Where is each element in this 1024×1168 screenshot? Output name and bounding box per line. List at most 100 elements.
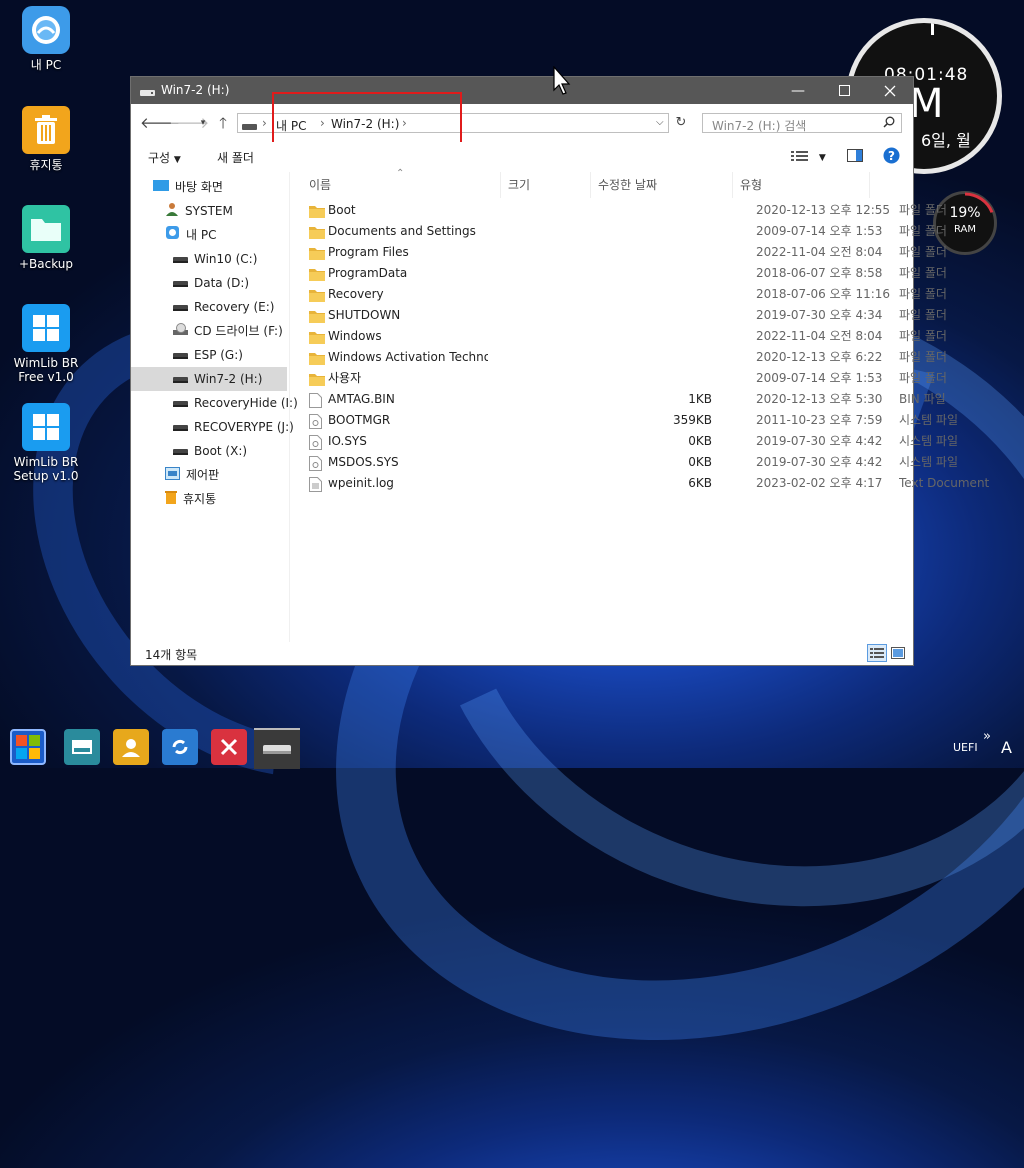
recent-locations-button[interactable]: ▾: [193, 113, 213, 133]
details-view-button[interactable]: [867, 644, 887, 662]
file-row[interactable]: Program Files 2022-11-04 오전 8:04 파일 폴더: [290, 242, 947, 263]
details-view-icon: [870, 648, 884, 658]
organize-button[interactable]: 구성 ▼: [148, 149, 181, 166]
file-date: 2022-11-04 오전 8:04: [756, 329, 883, 343]
file-row[interactable]: ProgramData 2018-06-07 오후 8:58 파일 폴더: [290, 263, 947, 284]
nav-item[interactable]: 제어판: [131, 463, 287, 487]
maximize-button[interactable]: [821, 77, 867, 104]
column-header-name[interactable]: 이름: [303, 172, 501, 198]
minimize-button[interactable]: —: [775, 77, 821, 104]
file-row[interactable]: Windows Activation Technol... 2020-12-13 …: [290, 347, 947, 368]
control-panel-icon: [165, 464, 180, 488]
file-row[interactable]: Recovery 2018-07-06 오후 11:16 파일 폴더: [290, 284, 947, 305]
column-header-type[interactable]: 유형: [734, 172, 870, 198]
file-date: 2009-07-14 오후 1:53: [756, 371, 883, 385]
file-name: SHUTDOWN: [328, 308, 401, 322]
desktop-icon-wimlib-setup[interactable]: WimLib BR Setup v1.0: [8, 403, 84, 483]
nav-item[interactable]: ESP (G:): [131, 343, 287, 367]
view-options-button[interactable]: ▼: [791, 150, 826, 165]
up-button[interactable]: 🡑: [213, 113, 233, 133]
new-folder-button[interactable]: 새 폴더: [217, 149, 254, 166]
start-button-icon: [15, 734, 41, 760]
file-date: 2019-07-30 오후 4:42: [756, 455, 883, 469]
nav-item[interactable]: CD 드라이브 (F:): [131, 319, 287, 343]
refresh-button[interactable]: ↻: [671, 113, 691, 133]
nav-item[interactable]: Recovery (E:): [131, 295, 287, 319]
folder-icon: [22, 205, 70, 253]
nav-item-label: CD 드라이브 (F:): [194, 324, 283, 338]
nav-item[interactable]: RECOVERYPE (J:): [131, 415, 294, 439]
file-name: Windows: [328, 329, 382, 343]
desktop-icon-my-pc[interactable]: 내 PC: [8, 6, 84, 72]
help-button[interactable]: ?: [883, 147, 900, 167]
organize-label: 구성: [148, 151, 171, 165]
file-row[interactable]: Boot 2020-12-13 오후 12:55 파일 폴더: [290, 200, 947, 221]
close-button[interactable]: [867, 77, 913, 104]
file-name: Documents and Settings: [328, 224, 476, 238]
chevron-down-icon: ▼: [818, 153, 826, 163]
close-icon: [884, 85, 896, 96]
desktop-icon-backup[interactable]: +Backup: [8, 205, 84, 271]
file-row[interactable]: IO.SYS 0KB 2019-07-30 오후 4:42 시스템 파일: [290, 431, 958, 452]
command-bar: 구성 ▼ 새 폴더 ▼ ?: [131, 142, 913, 172]
file-row[interactable]: wpeinit.log 6KB 2023-02-02 오후 4:17 Text Doc…: [290, 473, 989, 494]
tray-overflow-chevron[interactable]: »: [983, 729, 991, 744]
large-icons-view-button[interactable]: [891, 647, 905, 662]
file-row[interactable]: Windows 2022-11-04 오전 8:04 파일 폴더: [290, 326, 947, 347]
file-row[interactable]: BOOTMGR 359KB 2011-10-23 오후 7:59 시스템 파일: [290, 410, 958, 431]
nav-item-label: Win10 (C:): [194, 252, 258, 266]
x-app[interactable]: [211, 729, 247, 765]
address-dropdown-button[interactable]: ⌵: [656, 117, 664, 128]
search-box[interactable]: Win7-2 (H:) 검색: [702, 113, 902, 133]
windows-logo-icon: [22, 304, 70, 352]
back-button[interactable]: 🡐: [140, 113, 180, 133]
nav-item-label: Win7-2 (H:): [194, 372, 263, 386]
file-name: MSDOS.SYS: [328, 455, 399, 469]
explorer-app[interactable]: [254, 728, 300, 769]
desktop-icon-wimlib-free[interactable]: WimLib BR Free v1.0: [8, 304, 84, 384]
file-type: Text Document: [899, 476, 990, 490]
tray-uefi-label: UEFI: [953, 741, 978, 754]
nav-item[interactable]: 휴지통: [131, 487, 287, 511]
status-bar: 14개 항목: [131, 642, 913, 665]
x-app-icon: [219, 737, 239, 757]
file-row[interactable]: Documents and Settings 2009-07-14 오후 1:53…: [290, 221, 947, 242]
drive-app[interactable]: [64, 729, 100, 765]
file-name: AMTAG.BIN: [328, 392, 395, 406]
nav-item-label: 휴지통: [183, 492, 217, 506]
desktop-icon-label: WimLib BR Setup v1.0: [13, 455, 79, 483]
file-size: 0KB: [688, 434, 712, 448]
nav-item[interactable]: Data (D:): [131, 271, 287, 295]
clock-ampm: M: [909, 81, 944, 127]
file-row[interactable]: AMTAG.BIN 1KB 2020-12-13 오후 5:30 BIN 파일: [290, 389, 946, 410]
windows-logo-icon: [22, 403, 70, 451]
recycle-bin-icon: [165, 488, 177, 512]
start-button[interactable]: [10, 729, 46, 765]
preview-pane-button[interactable]: [847, 149, 863, 165]
nav-item[interactable]: SYSTEM: [131, 199, 287, 223]
nav-item[interactable]: 내 PC: [131, 223, 287, 247]
sync-app[interactable]: [162, 729, 198, 765]
nav-item[interactable]: Win7-2 (H:): [131, 367, 287, 391]
file-row[interactable]: SHUTDOWN 2019-07-30 오후 4:34 파일 폴더: [290, 305, 947, 326]
file-type: 파일 폴더: [899, 350, 947, 364]
ime-indicator[interactable]: A: [1001, 738, 1012, 757]
user-app[interactable]: [113, 729, 149, 765]
column-header-date[interactable]: 수정한 날짜: [592, 172, 733, 198]
large-icons-view-icon: [891, 647, 905, 659]
file-size: 1KB: [688, 392, 712, 406]
nav-item[interactable]: Win10 (C:): [131, 247, 287, 271]
file-row[interactable]: 사용자 2009-07-14 오후 1:53 파일 폴더: [290, 368, 947, 389]
file-date: 2019-07-30 오후 4:34: [756, 308, 883, 322]
forward-button[interactable]: 🡒: [169, 113, 209, 133]
navigation-bar: 🡐 🡒 ▾ 🡑 › 내 PC › Win7-2 (H:) › ⌵ ↻ Win7-…: [131, 104, 913, 142]
file-row[interactable]: MSDOS.SYS 0KB 2019-07-30 오후 4:42 시스템 파일: [290, 452, 958, 473]
nav-item[interactable]: RecoveryHide (I:): [131, 391, 298, 415]
column-header-size[interactable]: 크기: [502, 172, 591, 198]
nav-item[interactable]: 바탕 화면: [131, 175, 287, 199]
desktop-icon-recycle-bin[interactable]: 휴지통: [8, 106, 84, 172]
title-bar[interactable]: Win7-2 (H:) —: [131, 77, 913, 104]
chevron-down-icon: ▼: [173, 155, 181, 165]
drive-icon: [173, 440, 188, 464]
nav-item[interactable]: Boot (X:): [131, 439, 287, 463]
